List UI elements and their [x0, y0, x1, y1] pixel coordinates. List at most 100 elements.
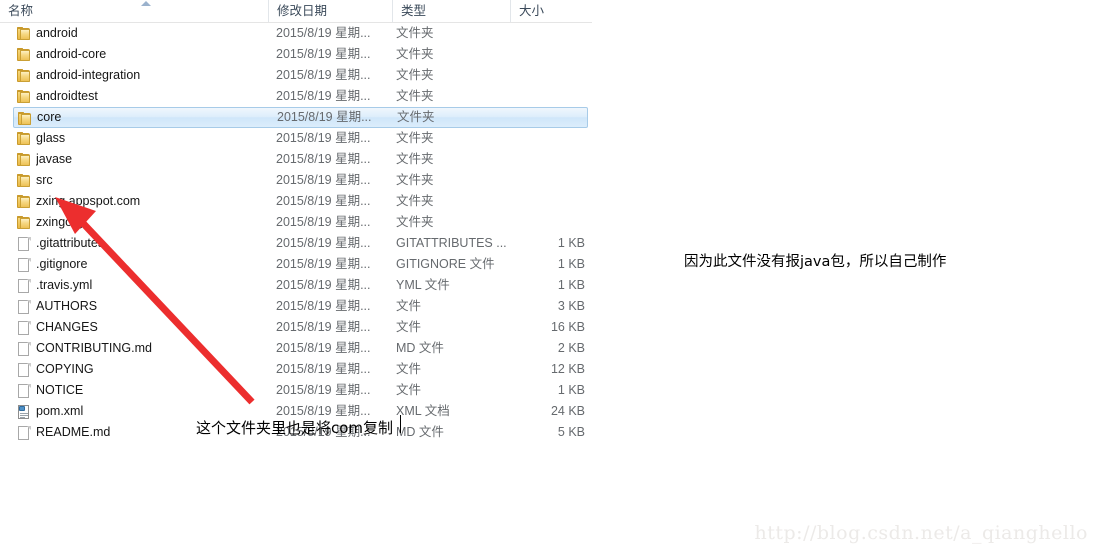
cell-name: AUTHORS	[36, 299, 98, 313]
folder-icon	[16, 26, 32, 42]
cell-size	[501, 107, 586, 128]
watermark-url: http://blog.csdn.net/a_qianghello	[754, 522, 1088, 544]
table-row[interactable]: zxingorg 2015/8/19 星期... 文件夹	[0, 212, 592, 233]
cell-type: 文件夹	[396, 173, 434, 187]
column-header-row: 名称 修改日期 类型 大小	[0, 0, 592, 23]
cell-date: 2015/8/19 星期...	[276, 236, 371, 250]
cell-date: 2015/8/19 星期...	[276, 194, 371, 208]
table-row[interactable]: glass 2015/8/19 星期... 文件夹	[0, 128, 592, 149]
cell-date: 2015/8/19 星期...	[276, 152, 371, 166]
cell-size	[500, 65, 585, 86]
cell-type: 文件夹	[396, 215, 434, 229]
cell-size	[500, 212, 585, 233]
table-row[interactable]: androidtest 2015/8/19 星期... 文件夹	[0, 86, 592, 107]
cell-size	[500, 44, 585, 65]
cell-size: 1 KB	[557, 383, 585, 397]
cell-size: 2 KB	[557, 341, 585, 355]
annotation-bottom-note: 这个文件夹里也是将com复制	[196, 419, 394, 437]
folder-icon	[16, 68, 32, 84]
file-icon	[16, 341, 32, 357]
cell-size: 16 KB	[550, 320, 585, 334]
file-icon	[16, 362, 32, 378]
cell-size	[500, 86, 585, 107]
cell-name: android-integration	[36, 68, 141, 82]
file-list: android 2015/8/19 星期... 文件夹 android-core 201…	[0, 23, 592, 443]
cell-name: android	[36, 26, 78, 40]
cell-type: 文件	[396, 320, 422, 334]
cell-date: 2015/8/19 星期...	[276, 89, 371, 103]
cell-type: GITIGNORE 文件	[396, 257, 495, 271]
file-icon	[16, 299, 32, 315]
table-row[interactable]: javase 2015/8/19 星期... 文件夹	[0, 149, 592, 170]
cell-name: zxing.appspot.com	[36, 194, 141, 208]
cell-name: zxingorg	[36, 215, 84, 229]
table-row[interactable]: CONTRIBUTING.md 2015/8/19 星期... MD 文件 2 KB	[0, 338, 592, 359]
cell-name: androidtest	[36, 89, 98, 103]
folder-icon	[16, 194, 32, 210]
folder-icon	[17, 111, 33, 127]
file-icon	[16, 320, 32, 336]
file-icon	[16, 236, 32, 252]
file-icon	[16, 383, 32, 399]
table-row[interactable]: CHANGES 2015/8/19 星期... 文件 16 KB	[0, 317, 592, 338]
cell-name: .gitattributes	[36, 236, 105, 250]
cell-size: 24 KB	[550, 404, 585, 418]
cell-size: 1 KB	[557, 278, 585, 292]
cell-name: NOTICE	[36, 383, 84, 397]
cell-date: 2015/8/19 星期...	[276, 278, 371, 292]
cell-type: 文件夹	[396, 194, 434, 208]
sort-ascending-icon[interactable]	[141, 1, 151, 6]
cell-size: 12 KB	[550, 362, 585, 376]
column-header-date[interactable]: 修改日期	[268, 0, 392, 22]
cell-size: 3 KB	[557, 299, 585, 313]
table-row[interactable]: AUTHORS 2015/8/19 星期... 文件 3 KB	[0, 296, 592, 317]
table-row[interactable]: COPYING 2015/8/19 星期... 文件 12 KB	[0, 359, 592, 380]
table-row[interactable]: android-integration 2015/8/19 星期... 文件夹	[0, 65, 592, 86]
cell-type: 文件夹	[396, 26, 434, 40]
cell-date: 2015/8/19 星期...	[276, 173, 371, 187]
cell-name: android-core	[36, 47, 107, 61]
cell-date: 2015/8/19 星期...	[276, 68, 371, 82]
cell-name: src	[36, 173, 53, 187]
table-row[interactable]: zxing.appspot.com 2015/8/19 星期... 文件夹	[0, 191, 592, 212]
cell-name: CONTRIBUTING.md	[36, 341, 152, 355]
table-row[interactable]: .travis.yml 2015/8/19 星期... YML 文件 1 KB	[0, 275, 592, 296]
cell-name: .gitignore	[36, 257, 88, 271]
table-row[interactable]: android-core 2015/8/19 星期... 文件夹	[0, 44, 592, 65]
cell-name: core	[37, 110, 62, 124]
cell-date: 2015/8/19 星期...	[276, 362, 371, 376]
table-row[interactable]: .gitattributes 2015/8/19 星期... GITATTRIBUT…	[0, 233, 592, 254]
cell-date: 2015/8/19 星期...	[276, 257, 371, 271]
folder-icon	[16, 173, 32, 189]
cell-type: 文件	[396, 362, 422, 376]
folder-icon	[16, 47, 32, 63]
cell-name: glass	[36, 131, 66, 145]
table-row[interactable]: src 2015/8/19 星期... 文件夹	[0, 170, 592, 191]
cell-size	[500, 149, 585, 170]
cell-type: MD 文件	[396, 341, 444, 355]
folder-icon	[16, 152, 32, 168]
cell-size	[500, 191, 585, 212]
cell-date: 2015/8/19 星期...	[276, 299, 371, 313]
text-caret	[400, 415, 401, 433]
cell-type: GITATTRIBUTES ...	[396, 236, 507, 250]
cell-type: 文件夹	[396, 152, 434, 166]
table-row[interactable]: NOTICE 2015/8/19 星期... 文件 1 KB	[0, 380, 592, 401]
table-row[interactable]: .gitignore 2015/8/19 星期... GITIGNORE 文件 1 K…	[0, 254, 592, 275]
column-header-name[interactable]: 名称	[0, 0, 268, 22]
cell-name: .travis.yml	[36, 278, 93, 292]
column-header-size[interactable]: 大小	[510, 0, 592, 22]
cell-type: 文件	[396, 383, 422, 397]
cell-date: 2015/8/19 星期...	[276, 215, 371, 229]
column-header-type[interactable]: 类型	[392, 0, 510, 22]
table-row[interactable]: android 2015/8/19 星期... 文件夹	[0, 23, 592, 44]
cell-date: 2015/8/19 星期...	[276, 320, 371, 334]
cell-date: 2015/8/19 星期...	[277, 110, 372, 124]
cell-type: 文件夹	[397, 110, 435, 124]
folder-icon	[16, 215, 32, 231]
cell-type: 文件夹	[396, 68, 434, 82]
file-icon	[16, 257, 32, 273]
cell-name: CHANGES	[36, 320, 98, 334]
table-row[interactable]: core 2015/8/19 星期... 文件夹	[13, 107, 588, 128]
folder-icon	[16, 131, 32, 147]
